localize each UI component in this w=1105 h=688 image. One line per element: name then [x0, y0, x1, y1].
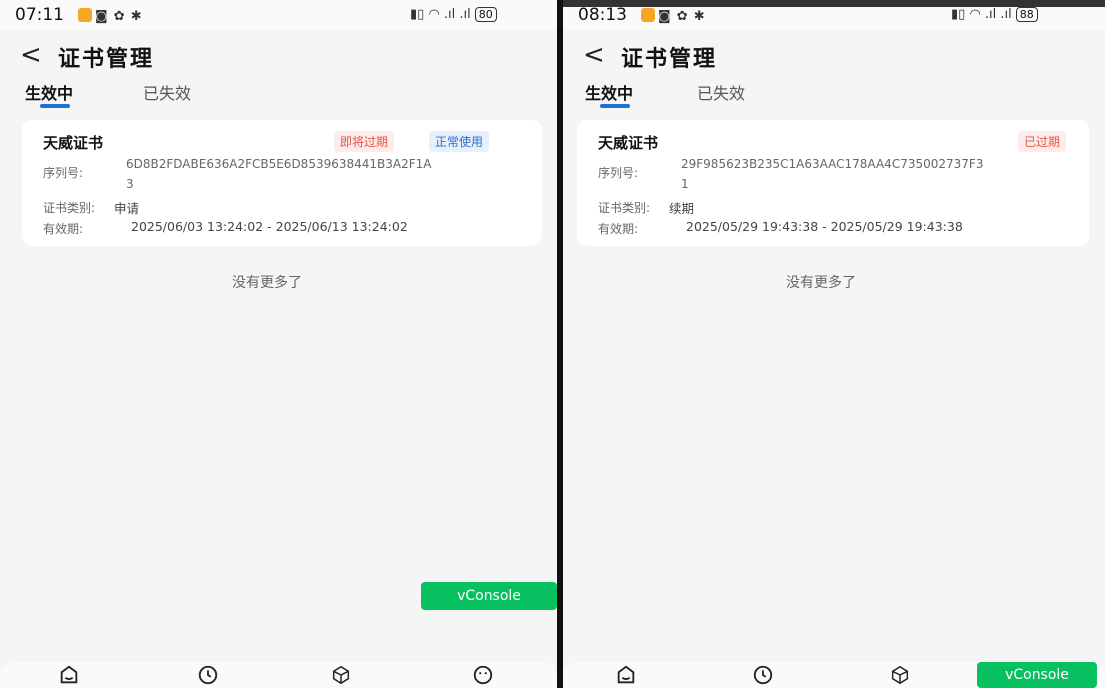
no-more-text: 没有更多了 — [232, 275, 302, 291]
status-bar: 07:11 ◙ ✿ ✱ ▮▯ ◠ .ıl .ıl 80 — [0, 0, 557, 30]
status-time: 08:13 — [578, 5, 627, 25]
notification-icons: ◙ ✿ ✱ — [78, 8, 143, 24]
no-more-text: 没有更多了 — [786, 275, 856, 291]
certificate-name: 天威证书 — [43, 134, 104, 152]
cube-icon[interactable] — [330, 664, 352, 686]
certificate-name: 天威证书 — [598, 134, 659, 152]
certificate-card[interactable]: 天威证书 已过期 序列号: 29F985623B235C1A63AAC178AA… — [577, 120, 1089, 246]
window-top-edge — [563, 0, 1105, 7]
tab-expired[interactable]: 已失效 — [697, 80, 745, 104]
home-icon[interactable] — [58, 664, 80, 686]
vconsole-button[interactable]: vConsole — [421, 582, 557, 610]
tab-active[interactable]: 生效中 — [585, 80, 633, 104]
battery-icon: 88 — [1015, 7, 1038, 22]
app-notification-icon — [641, 8, 655, 22]
tab-expired[interactable]: 已失效 — [143, 80, 191, 104]
type-value: 续期 — [669, 201, 695, 216]
status-badge-expiring: 即将过期 — [334, 131, 395, 152]
tab-indicator — [40, 104, 70, 108]
page-title: 证书管理 — [58, 47, 155, 72]
status-badge-normal: 正常使用 — [429, 131, 490, 152]
type-value: 申请 — [114, 201, 140, 216]
left-phone-screen: 07:11 ◙ ✿ ✱ ▮▯ ◠ .ıl .ıl 80 < 证书管理 生效中 已失… — [0, 0, 557, 688]
page-header: < 证书管理 — [563, 32, 1105, 80]
validity-value: 2025/06/03 13:24:02 - 2025/06/13 13:24:0… — [131, 219, 408, 234]
signal-icons: ▮▯ ◠ .ıl .ıl 80 — [410, 7, 497, 22]
serial-value: 6D8B2FDABE636A2FCB5E6D8539638441B3A2F1A3 — [126, 157, 432, 191]
page-title: 证书管理 — [621, 47, 718, 72]
right-phone-screen: 08:13 ◙ ✿ ✱ ▮▯ ◠ .ıl .ıl 88 < 证书管理 生效中 已失… — [563, 0, 1105, 688]
serial-value: 29F985623B235C1A63AAC178AA4C735002737F31 — [681, 157, 984, 191]
page-header: < 证书管理 — [0, 32, 557, 80]
status-time: 07:11 — [15, 5, 64, 25]
back-button[interactable]: < — [583, 40, 605, 70]
validity-label: 有效期: — [43, 222, 84, 236]
tab-bar: 生效中 已失效 — [0, 78, 557, 110]
validity-label: 有效期: — [598, 222, 639, 236]
clock-icon[interactable] — [752, 664, 774, 686]
app-notification-icon — [78, 8, 92, 22]
tab-active[interactable]: 生效中 — [25, 80, 73, 104]
back-button[interactable]: < — [20, 40, 42, 70]
notification-icons: ◙ ✿ ✱ — [641, 8, 706, 24]
serial-label: 序列号: — [43, 166, 84, 180]
face-icon[interactable] — [472, 664, 494, 686]
clock-icon[interactable] — [197, 664, 219, 686]
status-badge-expired: 已过期 — [1018, 131, 1067, 152]
type-label: 证书类别: — [43, 201, 96, 215]
validity-value: 2025/05/29 19:43:38 - 2025/05/29 19:43:3… — [686, 219, 963, 234]
vconsole-button[interactable]: vConsole — [977, 662, 1097, 688]
type-label: 证书类别: — [598, 201, 651, 215]
cube-icon[interactable] — [889, 664, 911, 686]
serial-label: 序列号: — [598, 166, 639, 180]
battery-icon: 80 — [474, 7, 497, 22]
certificate-card[interactable]: 天威证书 即将过期 正常使用 序列号: 6D8B2FDABE636A2FCB5E… — [22, 120, 542, 246]
tab-bar: 生效中 已失效 — [563, 78, 1105, 110]
bottom-nav — [0, 662, 557, 688]
signal-icons: ▮▯ ◠ .ıl .ıl 88 — [951, 7, 1038, 22]
tab-indicator — [600, 104, 630, 108]
home-icon[interactable] — [615, 664, 637, 686]
